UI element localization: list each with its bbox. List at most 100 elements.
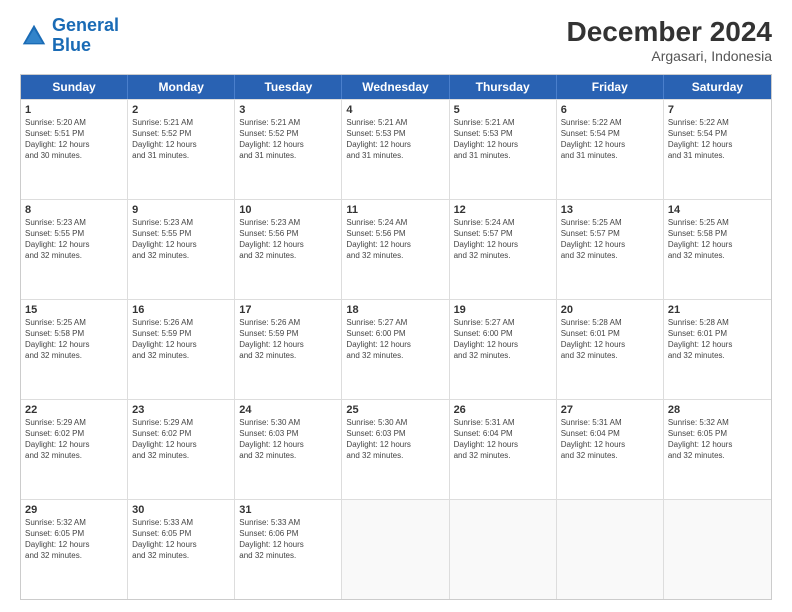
cell-info-2: Sunrise: 5:21 AMSunset: 5:52 PMDaylight:… bbox=[132, 118, 230, 161]
cell-8: 8 Sunrise: 5:23 AMSunset: 5:55 PMDayligh… bbox=[21, 200, 128, 299]
cell-info-4: Sunrise: 5:21 AMSunset: 5:53 PMDaylight:… bbox=[346, 118, 444, 161]
subtitle: Argasari, Indonesia bbox=[567, 48, 772, 64]
day-num-17: 17 bbox=[239, 303, 337, 317]
page: General Blue December 2024 Argasari, Ind… bbox=[0, 0, 792, 612]
cell-empty-1 bbox=[342, 500, 449, 599]
header-tuesday: Tuesday bbox=[235, 75, 342, 99]
calendar-body: 1 Sunrise: 5:20 AMSunset: 5:51 PMDayligh… bbox=[21, 99, 771, 599]
day-num-31: 31 bbox=[239, 503, 337, 517]
cell-info-3: Sunrise: 5:21 AMSunset: 5:52 PMDaylight:… bbox=[239, 118, 337, 161]
day-num-4: 4 bbox=[346, 103, 444, 117]
cell-20: 20 Sunrise: 5:28 AMSunset: 6:01 PMDaylig… bbox=[557, 300, 664, 399]
cell-info-27: Sunrise: 5:31 AMSunset: 6:04 PMDaylight:… bbox=[561, 418, 659, 461]
cell-31: 31 Sunrise: 5:33 AMSunset: 6:06 PMDaylig… bbox=[235, 500, 342, 599]
header-sunday: Sunday bbox=[21, 75, 128, 99]
cell-info-23: Sunrise: 5:29 AMSunset: 6:02 PMDaylight:… bbox=[132, 418, 230, 461]
cell-info-30: Sunrise: 5:33 AMSunset: 6:05 PMDaylight:… bbox=[132, 518, 230, 561]
cell-13: 13 Sunrise: 5:25 AMSunset: 5:57 PMDaylig… bbox=[557, 200, 664, 299]
cell-19: 19 Sunrise: 5:27 AMSunset: 6:00 PMDaylig… bbox=[450, 300, 557, 399]
cell-21: 21 Sunrise: 5:28 AMSunset: 6:01 PMDaylig… bbox=[664, 300, 771, 399]
week-5: 29 Sunrise: 5:32 AMSunset: 6:05 PMDaylig… bbox=[21, 499, 771, 599]
cell-empty-2 bbox=[450, 500, 557, 599]
day-num-30: 30 bbox=[132, 503, 230, 517]
cell-info-17: Sunrise: 5:26 AMSunset: 5:59 PMDaylight:… bbox=[239, 318, 337, 361]
header-wednesday: Wednesday bbox=[342, 75, 449, 99]
logo: General Blue bbox=[20, 16, 119, 56]
cell-11: 11 Sunrise: 5:24 AMSunset: 5:56 PMDaylig… bbox=[342, 200, 449, 299]
day-num-12: 12 bbox=[454, 203, 552, 217]
cell-info-16: Sunrise: 5:26 AMSunset: 5:59 PMDaylight:… bbox=[132, 318, 230, 361]
main-title: December 2024 bbox=[567, 16, 772, 48]
calendar-header: Sunday Monday Tuesday Wednesday Thursday… bbox=[21, 75, 771, 99]
day-num-10: 10 bbox=[239, 203, 337, 217]
day-num-21: 21 bbox=[668, 303, 767, 317]
cell-info-12: Sunrise: 5:24 AMSunset: 5:57 PMDaylight:… bbox=[454, 218, 552, 261]
cell-10: 10 Sunrise: 5:23 AMSunset: 5:56 PMDaylig… bbox=[235, 200, 342, 299]
cell-22: 22 Sunrise: 5:29 AMSunset: 6:02 PMDaylig… bbox=[21, 400, 128, 499]
cell-23: 23 Sunrise: 5:29 AMSunset: 6:02 PMDaylig… bbox=[128, 400, 235, 499]
day-num-14: 14 bbox=[668, 203, 767, 217]
cell-info-9: Sunrise: 5:23 AMSunset: 5:55 PMDaylight:… bbox=[132, 218, 230, 261]
cell-empty-3 bbox=[557, 500, 664, 599]
day-num-13: 13 bbox=[561, 203, 659, 217]
day-num-1: 1 bbox=[25, 103, 123, 117]
cell-info-15: Sunrise: 5:25 AMSunset: 5:58 PMDaylight:… bbox=[25, 318, 123, 361]
cell-info-25: Sunrise: 5:30 AMSunset: 6:03 PMDaylight:… bbox=[346, 418, 444, 461]
cell-4: 4 Sunrise: 5:21 AMSunset: 5:53 PMDayligh… bbox=[342, 100, 449, 199]
cell-6: 6 Sunrise: 5:22 AMSunset: 5:54 PMDayligh… bbox=[557, 100, 664, 199]
day-num-6: 6 bbox=[561, 103, 659, 117]
cell-2: 2 Sunrise: 5:21 AMSunset: 5:52 PMDayligh… bbox=[128, 100, 235, 199]
day-num-24: 24 bbox=[239, 403, 337, 417]
header-friday: Friday bbox=[557, 75, 664, 99]
week-4: 22 Sunrise: 5:29 AMSunset: 6:02 PMDaylig… bbox=[21, 399, 771, 499]
day-num-22: 22 bbox=[25, 403, 123, 417]
cell-5: 5 Sunrise: 5:21 AMSunset: 5:53 PMDayligh… bbox=[450, 100, 557, 199]
cell-info-19: Sunrise: 5:27 AMSunset: 6:00 PMDaylight:… bbox=[454, 318, 552, 361]
day-num-23: 23 bbox=[132, 403, 230, 417]
day-num-11: 11 bbox=[346, 203, 444, 217]
header-thursday: Thursday bbox=[450, 75, 557, 99]
cell-info-5: Sunrise: 5:21 AMSunset: 5:53 PMDaylight:… bbox=[454, 118, 552, 161]
cell-info-21: Sunrise: 5:28 AMSunset: 6:01 PMDaylight:… bbox=[668, 318, 767, 361]
cell-24: 24 Sunrise: 5:30 AMSunset: 6:03 PMDaylig… bbox=[235, 400, 342, 499]
cell-info-7: Sunrise: 5:22 AMSunset: 5:54 PMDaylight:… bbox=[668, 118, 767, 161]
cell-info-14: Sunrise: 5:25 AMSunset: 5:58 PMDaylight:… bbox=[668, 218, 767, 261]
day-num-16: 16 bbox=[132, 303, 230, 317]
week-1: 1 Sunrise: 5:20 AMSunset: 5:51 PMDayligh… bbox=[21, 99, 771, 199]
title-block: December 2024 Argasari, Indonesia bbox=[567, 16, 772, 64]
cell-info-1: Sunrise: 5:20 AMSunset: 5:51 PMDaylight:… bbox=[25, 118, 123, 161]
cell-15: 15 Sunrise: 5:25 AMSunset: 5:58 PMDaylig… bbox=[21, 300, 128, 399]
header-saturday: Saturday bbox=[664, 75, 771, 99]
cell-info-28: Sunrise: 5:32 AMSunset: 6:05 PMDaylight:… bbox=[668, 418, 767, 461]
cell-7: 7 Sunrise: 5:22 AMSunset: 5:54 PMDayligh… bbox=[664, 100, 771, 199]
cell-info-31: Sunrise: 5:33 AMSunset: 6:06 PMDaylight:… bbox=[239, 518, 337, 561]
cell-info-20: Sunrise: 5:28 AMSunset: 6:01 PMDaylight:… bbox=[561, 318, 659, 361]
cell-12: 12 Sunrise: 5:24 AMSunset: 5:57 PMDaylig… bbox=[450, 200, 557, 299]
day-num-2: 2 bbox=[132, 103, 230, 117]
day-num-15: 15 bbox=[25, 303, 123, 317]
day-num-5: 5 bbox=[454, 103, 552, 117]
cell-14: 14 Sunrise: 5:25 AMSunset: 5:58 PMDaylig… bbox=[664, 200, 771, 299]
cell-info-13: Sunrise: 5:25 AMSunset: 5:57 PMDaylight:… bbox=[561, 218, 659, 261]
cell-info-10: Sunrise: 5:23 AMSunset: 5:56 PMDaylight:… bbox=[239, 218, 337, 261]
cell-info-29: Sunrise: 5:32 AMSunset: 6:05 PMDaylight:… bbox=[25, 518, 123, 561]
day-num-19: 19 bbox=[454, 303, 552, 317]
day-num-25: 25 bbox=[346, 403, 444, 417]
day-num-18: 18 bbox=[346, 303, 444, 317]
header-monday: Monday bbox=[128, 75, 235, 99]
day-num-20: 20 bbox=[561, 303, 659, 317]
cell-info-6: Sunrise: 5:22 AMSunset: 5:54 PMDaylight:… bbox=[561, 118, 659, 161]
cell-info-26: Sunrise: 5:31 AMSunset: 6:04 PMDaylight:… bbox=[454, 418, 552, 461]
cell-27: 27 Sunrise: 5:31 AMSunset: 6:04 PMDaylig… bbox=[557, 400, 664, 499]
day-num-9: 9 bbox=[132, 203, 230, 217]
day-num-29: 29 bbox=[25, 503, 123, 517]
cell-info-24: Sunrise: 5:30 AMSunset: 6:03 PMDaylight:… bbox=[239, 418, 337, 461]
cell-16: 16 Sunrise: 5:26 AMSunset: 5:59 PMDaylig… bbox=[128, 300, 235, 399]
cell-29: 29 Sunrise: 5:32 AMSunset: 6:05 PMDaylig… bbox=[21, 500, 128, 599]
cell-1: 1 Sunrise: 5:20 AMSunset: 5:51 PMDayligh… bbox=[21, 100, 128, 199]
cell-info-22: Sunrise: 5:29 AMSunset: 6:02 PMDaylight:… bbox=[25, 418, 123, 461]
cell-18: 18 Sunrise: 5:27 AMSunset: 6:00 PMDaylig… bbox=[342, 300, 449, 399]
cell-25: 25 Sunrise: 5:30 AMSunset: 6:03 PMDaylig… bbox=[342, 400, 449, 499]
day-num-3: 3 bbox=[239, 103, 337, 117]
cell-3: 3 Sunrise: 5:21 AMSunset: 5:52 PMDayligh… bbox=[235, 100, 342, 199]
